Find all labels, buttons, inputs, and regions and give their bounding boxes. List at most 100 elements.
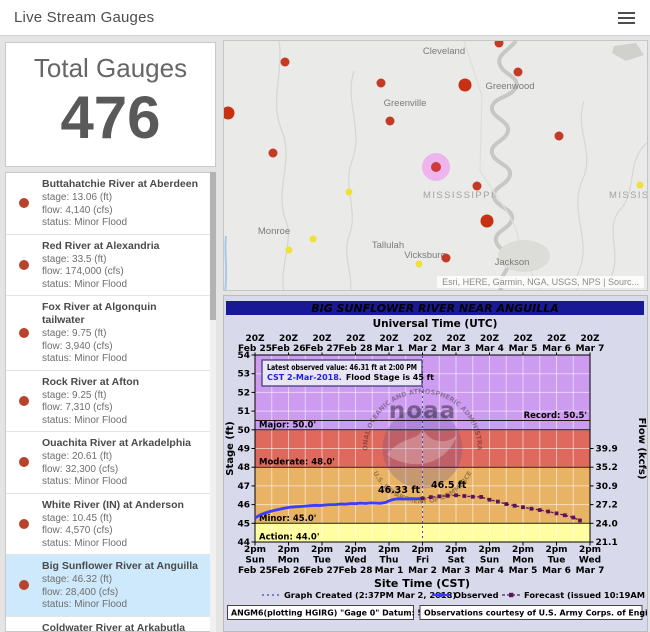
hydrograph-panel: BIG SUNFLOWER RIVER NEAR ANGUILLAUnivers…	[223, 295, 648, 632]
svg-text:50: 50	[237, 426, 250, 436]
gauge-detail-line: status: Minor Flood	[42, 217, 199, 230]
svg-text:Graph Created (2:37PM Mar 2, 2: Graph Created (2:37PM Mar 2, 2018)	[284, 590, 456, 600]
gauge-marker[interactable]	[555, 132, 564, 141]
gauge-detail-line: stage: 33.5 (ft)	[42, 254, 199, 267]
chart-legend: Graph Created (2:37PM Mar 2, 2018)Observ…	[262, 590, 647, 600]
gauge-marker[interactable]	[386, 117, 395, 126]
gauge-marker[interactable]	[481, 215, 494, 228]
gauge-marker[interactable]	[224, 107, 235, 120]
menu-icon[interactable]	[618, 12, 635, 25]
gauge-marker[interactable]	[442, 254, 451, 263]
map-panel[interactable]: ClevelandGreenwoodGreenvilleMonroeTallul…	[223, 40, 648, 291]
utc-axis: 20ZFeb 2520ZFeb 2620ZFeb 2720ZFeb 2820ZM…	[238, 334, 604, 355]
list-item[interactable]: Buttahatchie River at Aberdeenstage: 13.…	[6, 173, 215, 235]
svg-text:20Z: 20Z	[580, 334, 600, 344]
list-item[interactable]: Coldwater River at Arkabutla Damstage: 2…	[6, 617, 215, 632]
svg-text:48: 48	[237, 463, 250, 473]
svg-text:Fri: Fri	[416, 556, 429, 566]
app-window: Live Stream Gauges Total Gauges 476 Butt…	[0, 0, 650, 632]
observed-value-label: 46.33 ft	[378, 485, 420, 496]
gauge-detail-line: stage: 10.45 (ft)	[42, 513, 199, 526]
gauge-detail-line: status: Minor Flood	[42, 476, 199, 489]
map-city-label: Monroe	[258, 226, 290, 237]
gauge-detail-line: flow: 174,000 (cfs)	[42, 266, 199, 279]
svg-text:Mar 4: Mar 4	[475, 566, 504, 576]
svg-text:2pm: 2pm	[344, 545, 366, 555]
list-item[interactable]: Red River at Alexandriastage: 33.5 (ft)f…	[6, 235, 215, 297]
gauge-marker[interactable]	[459, 79, 472, 92]
gauge-name: White River (IN) at Anderson	[42, 499, 199, 512]
gauge-detail-line: status: Minor Flood	[42, 538, 199, 551]
gauge-marker[interactable]	[377, 79, 386, 88]
gauge-detail-line: stage: 46.32 (ft)	[42, 574, 199, 587]
page-title: Live Stream Gauges	[14, 9, 154, 26]
svg-text:2pm: 2pm	[512, 545, 534, 555]
svg-text:30.9: 30.9	[596, 482, 618, 492]
gauge-marker[interactable]	[286, 247, 293, 254]
map-state-label: MISSISSIPPI	[609, 190, 648, 201]
svg-text:Tue: Tue	[313, 556, 331, 566]
gauge-status-icon	[19, 198, 29, 208]
svg-text:Moderate: 48.0': Moderate: 48.0'	[259, 458, 335, 468]
svg-text:47: 47	[237, 482, 250, 492]
svg-text:52: 52	[237, 388, 250, 398]
list-item[interactable]: White River (IN) at Andersonstage: 10.45…	[6, 494, 215, 556]
svg-text:51: 51	[237, 407, 250, 417]
cst-axis-title: Site Time (CST)	[374, 577, 470, 590]
gauge-marker[interactable]	[495, 41, 504, 48]
gauge-marker[interactable]	[310, 236, 317, 243]
map-city-label: Tallulah	[372, 240, 404, 251]
gauge-marker[interactable]	[416, 261, 423, 268]
gauge-marker[interactable]	[269, 149, 278, 158]
list-scrollbar[interactable]	[210, 172, 216, 632]
svg-text:Feb 25: Feb 25	[238, 566, 272, 576]
gauge-detail-line: flow: 28,400 (cfs)	[42, 587, 199, 600]
gauge-status-icon	[19, 519, 29, 529]
svg-text:Mon: Mon	[278, 556, 300, 566]
gauge-marker[interactable]	[281, 58, 290, 67]
total-gauges-label: Total Gauges	[6, 53, 215, 84]
svg-text:49: 49	[237, 445, 250, 455]
scrollbar-thumb[interactable]	[210, 172, 216, 320]
gauge-detail-line: stage: 20.61 (ft)	[42, 451, 199, 464]
svg-text:53: 53	[237, 370, 250, 380]
list-item[interactable]: Big Sunflower River at Anguillastage: 46…	[6, 555, 215, 617]
list-item[interactable]: Rock River at Aftonstage: 9.25 (ft)flow:…	[6, 371, 215, 433]
gauge-status-icon	[19, 580, 29, 590]
map-city-label: Cleveland	[423, 46, 465, 57]
map-attribution: Esri, HERE, Garmin, NGA, USGS, NPS | Sou…	[437, 276, 644, 288]
svg-text:Feb 27: Feb 27	[305, 566, 339, 576]
gauge-name: Red River at Alexandria	[42, 240, 199, 253]
selected-gauge-marker[interactable]	[422, 153, 450, 181]
svg-text:Record: 50.5': Record: 50.5'	[524, 411, 587, 421]
svg-text:2pm: 2pm	[277, 545, 299, 555]
gauge-marker[interactable]	[473, 182, 482, 191]
svg-text:27.2: 27.2	[596, 501, 618, 511]
list-item[interactable]: Fox River at Algonquin tailwaterstage: 9…	[6, 296, 215, 371]
svg-text:2pm: 2pm	[244, 545, 266, 555]
svg-text:Mar 1: Mar 1	[375, 566, 404, 576]
observations-credit-note: Observations courtesy of U.S. Army Corps…	[424, 609, 647, 618]
svg-text:20Z: 20Z	[346, 334, 366, 344]
total-gauges-value: 476	[6, 88, 215, 148]
river-path	[576, 101, 587, 291]
svg-text:Wed: Wed	[344, 556, 366, 566]
gauge-status-icon	[19, 457, 29, 467]
app-header: Live Stream Gauges	[0, 0, 650, 36]
latest-value-annotation: Latest observed value: 46.31 ft at 2:00 …	[262, 360, 434, 386]
stage-axis-title: Stage (ft)	[225, 421, 236, 475]
svg-text:Thu: Thu	[380, 556, 399, 566]
list-item[interactable]: Ouachita River at Arkadelphiastage: 20.6…	[6, 432, 215, 494]
svg-text:Minor: 45.0': Minor: 45.0'	[259, 514, 316, 524]
gauge-name: Big Sunflower River at Anguilla	[42, 560, 199, 573]
gauge-detail-line: flow: 32,300 (cfs)	[42, 464, 199, 477]
gauge-marker[interactable]	[514, 68, 523, 77]
gauge-marker[interactable]	[346, 189, 353, 196]
gauge-name: Ouachita River at Arkadelphia	[42, 437, 199, 450]
svg-text:Wed: Wed	[579, 556, 601, 566]
svg-text:2pm: 2pm	[579, 545, 601, 555]
gage-datum-note: ANGM6(plotting HGIRG) "Gage 0" Datum: 51…	[231, 609, 445, 618]
gauge-marker[interactable]	[637, 182, 644, 189]
gauge-detail-line: flow: 4,570 (cfs)	[42, 525, 199, 538]
svg-text:20Z: 20Z	[547, 334, 567, 344]
